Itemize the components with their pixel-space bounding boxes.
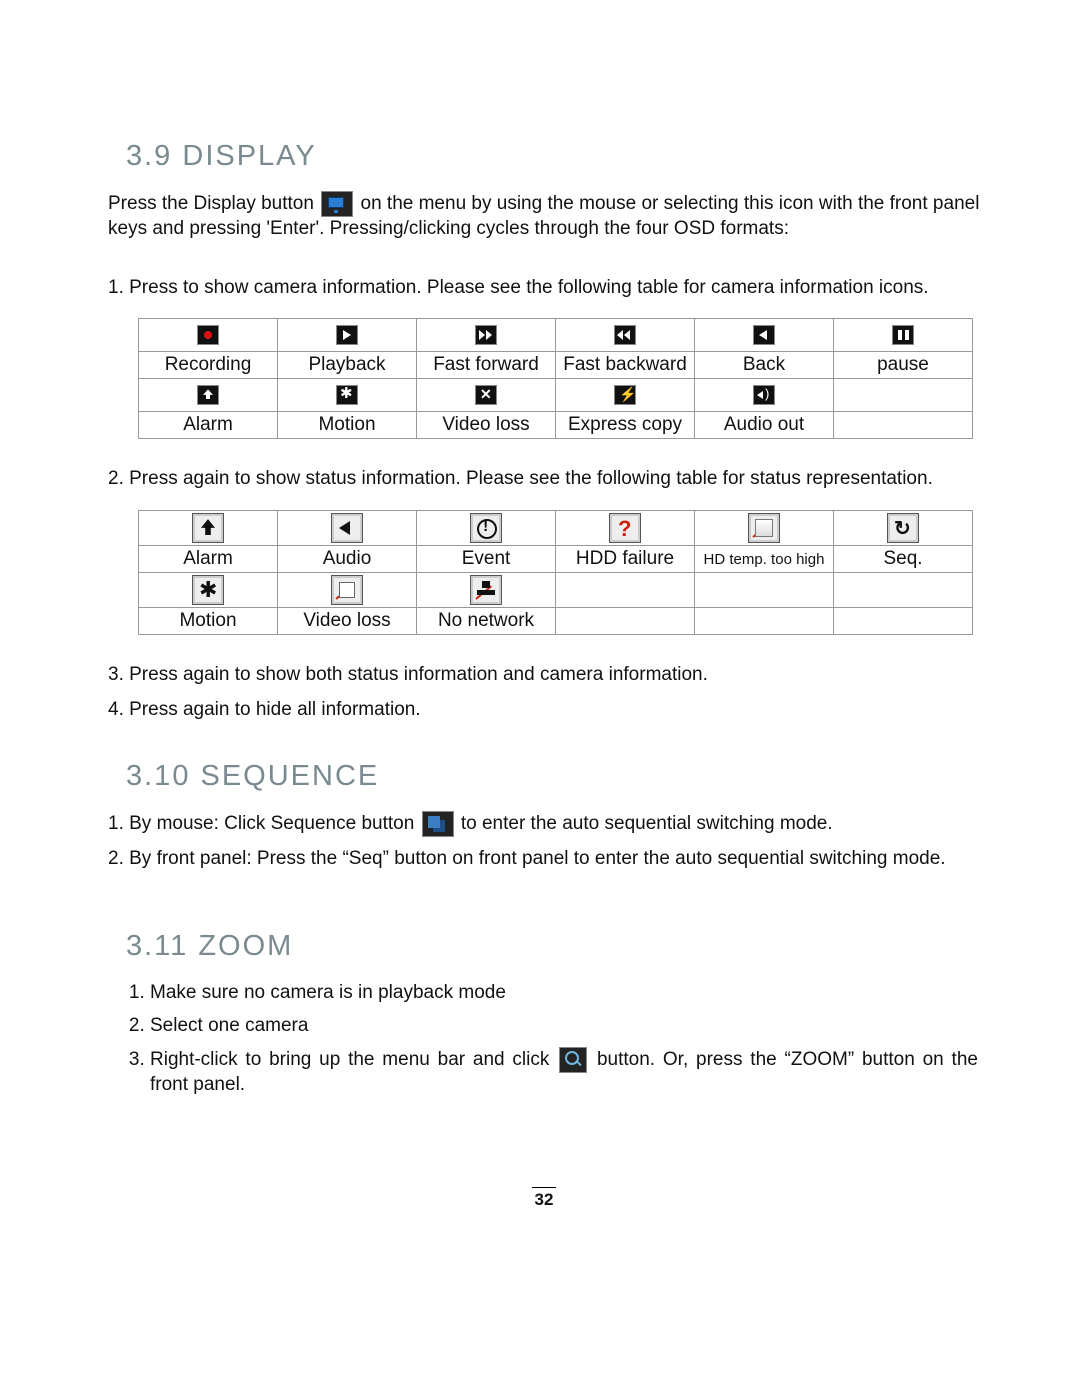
playback-icon	[336, 325, 358, 345]
label-fast-backward: Fast backward	[556, 352, 695, 379]
sequence-line2: 2. By front panel: Press the “Seq” butto…	[108, 847, 980, 872]
display-step2: 2. Press again to show status informatio…	[108, 467, 980, 492]
zoom-step1: Make sure no camera is in playback mode	[150, 981, 980, 1006]
label-st-empty1	[556, 608, 695, 635]
label-st-vloss: Video loss	[278, 608, 417, 635]
status-info-table: Alarm Audio Event HDD failure HD temp. t…	[138, 510, 973, 635]
status-no-network-icon	[470, 575, 502, 605]
status-video-loss-icon	[331, 575, 363, 605]
recording-icon	[197, 325, 219, 345]
display-step4: 4. Press again to hide all information.	[108, 698, 980, 723]
display-button-icon	[321, 191, 353, 217]
label-fast-forward: Fast forward	[417, 352, 556, 379]
label-pause: pause	[834, 352, 973, 379]
zoom-step3: Right-click to bring up the menu bar and…	[150, 1047, 980, 1098]
status-hd-temp-icon	[748, 513, 780, 543]
label-express-copy: Express copy	[556, 412, 695, 439]
label-recording: Recording	[139, 352, 278, 379]
fast-forward-icon	[475, 325, 497, 345]
label-audio-out: Audio out	[695, 412, 834, 439]
page-footer: 32	[108, 1187, 980, 1210]
page-number: 32	[535, 1190, 554, 1209]
status-motion-icon	[192, 575, 224, 605]
display-step3: 3. Press again to show both status infor…	[108, 663, 980, 688]
label-st-alarm: Alarm	[139, 546, 278, 573]
alarm-icon	[197, 385, 219, 405]
back-icon	[753, 325, 775, 345]
label-playback: Playback	[278, 352, 417, 379]
label-st-motion: Motion	[139, 608, 278, 635]
heading-display: 3.9 DISPLAY	[126, 140, 980, 173]
label-st-event: Event	[417, 546, 556, 573]
motion-icon	[336, 385, 358, 405]
camera-info-table: Recording Playback Fast forward Fast bac…	[138, 318, 973, 439]
sequence-line1-b: to enter the auto sequential switching m…	[461, 813, 833, 834]
label-empty	[834, 412, 973, 439]
display-intro-a: Press the Display button	[108, 193, 319, 214]
zoom-step3-a: Right-click to bring up the menu bar and…	[150, 1049, 557, 1070]
label-back: Back	[695, 352, 834, 379]
zoom-button-icon	[559, 1047, 587, 1073]
zoom-step2: Select one camera	[150, 1014, 980, 1039]
status-event-icon	[470, 513, 502, 543]
heading-zoom: 3.11 ZOOM	[126, 930, 980, 963]
label-st-empty3	[834, 608, 973, 635]
express-copy-icon	[614, 385, 636, 405]
label-st-hdd: HDD failure	[556, 546, 695, 573]
label-alarm: Alarm	[139, 412, 278, 439]
video-loss-icon	[475, 385, 497, 405]
status-audio-icon	[331, 513, 363, 543]
status-alarm-icon	[192, 513, 224, 543]
sequence-button-icon	[422, 811, 454, 837]
zoom-steps: Make sure no camera is in playback mode …	[108, 981, 980, 1097]
label-st-empty2	[695, 608, 834, 635]
status-seq-icon	[887, 513, 919, 543]
heading-sequence: 3.10 SEQUENCE	[126, 760, 980, 793]
fast-backward-icon	[614, 325, 636, 345]
status-hdd-failure-icon	[609, 513, 641, 543]
sequence-line1: 1. By mouse: Click Sequence button to en…	[108, 811, 980, 837]
label-video-loss: Video loss	[417, 412, 556, 439]
label-st-nonet: No network	[417, 608, 556, 635]
label-st-hdtemp: HD temp. too high	[695, 546, 834, 573]
display-intro: Press the Display button on the menu by …	[108, 191, 980, 242]
sequence-line1-a: 1. By mouse: Click Sequence button	[108, 813, 420, 834]
label-motion: Motion	[278, 412, 417, 439]
label-st-audio: Audio	[278, 546, 417, 573]
display-step1: 1. Press to show camera information. Ple…	[108, 276, 980, 301]
audio-out-icon	[753, 385, 775, 405]
pause-icon	[892, 325, 914, 345]
label-st-seq: Seq.	[834, 546, 973, 573]
